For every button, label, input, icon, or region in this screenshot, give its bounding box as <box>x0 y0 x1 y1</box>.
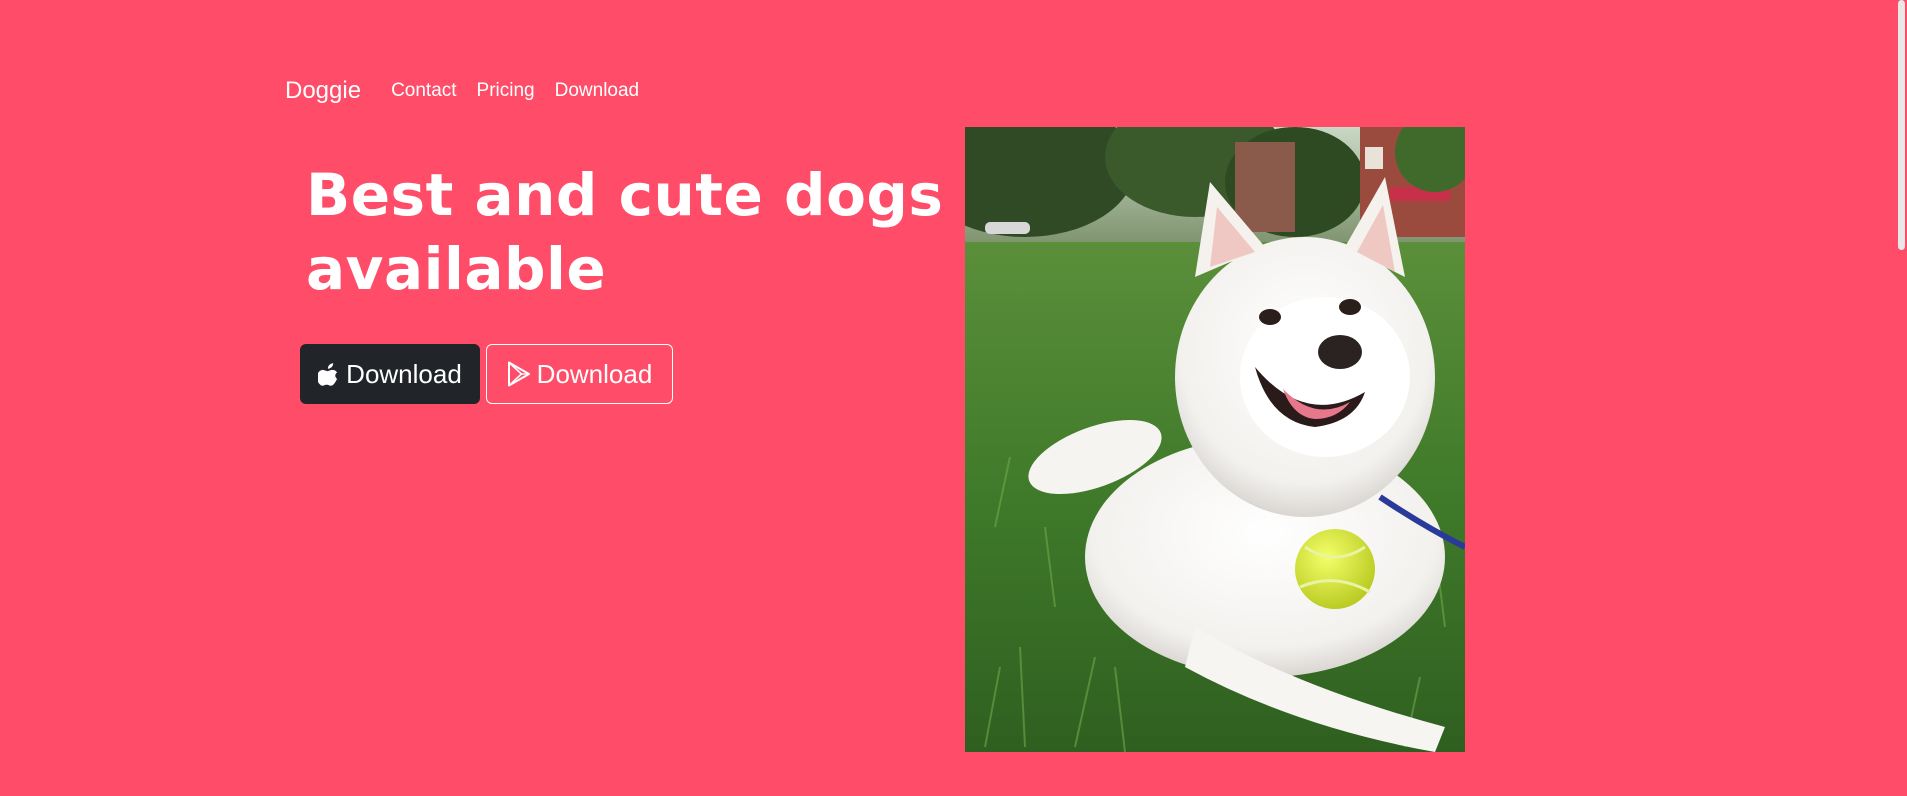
apple-download-button[interactable]: Download <box>300 344 480 404</box>
hero-title: Best and cute dogs available <box>306 158 946 306</box>
hero-title-line-2: available <box>306 235 607 303</box>
apple-download-label: Download <box>346 358 462 389</box>
download-buttons: Download Download <box>300 344 673 404</box>
nav-link-pricing[interactable]: Pricing <box>477 80 535 102</box>
navbar: Doggie Contact Pricing Download <box>285 77 659 105</box>
nav-link-download[interactable]: Download <box>555 80 640 102</box>
brand-logo[interactable]: Doggie <box>285 77 361 105</box>
scrollbar-thumb[interactable] <box>1898 0 1905 250</box>
scrollbar[interactable] <box>1895 0 1907 796</box>
google-play-download-label: Download <box>536 358 653 389</box>
hero-title-line-1: Best and cute dogs <box>306 161 944 229</box>
landing-page: Doggie Contact Pricing Download Best and… <box>0 0 1907 796</box>
google-play-icon <box>507 361 531 387</box>
dog-photo <box>965 127 1465 752</box>
google-play-download-button[interactable]: Download <box>486 344 673 404</box>
nav-link-contact[interactable]: Contact <box>391 80 456 102</box>
apple-icon <box>318 362 340 386</box>
